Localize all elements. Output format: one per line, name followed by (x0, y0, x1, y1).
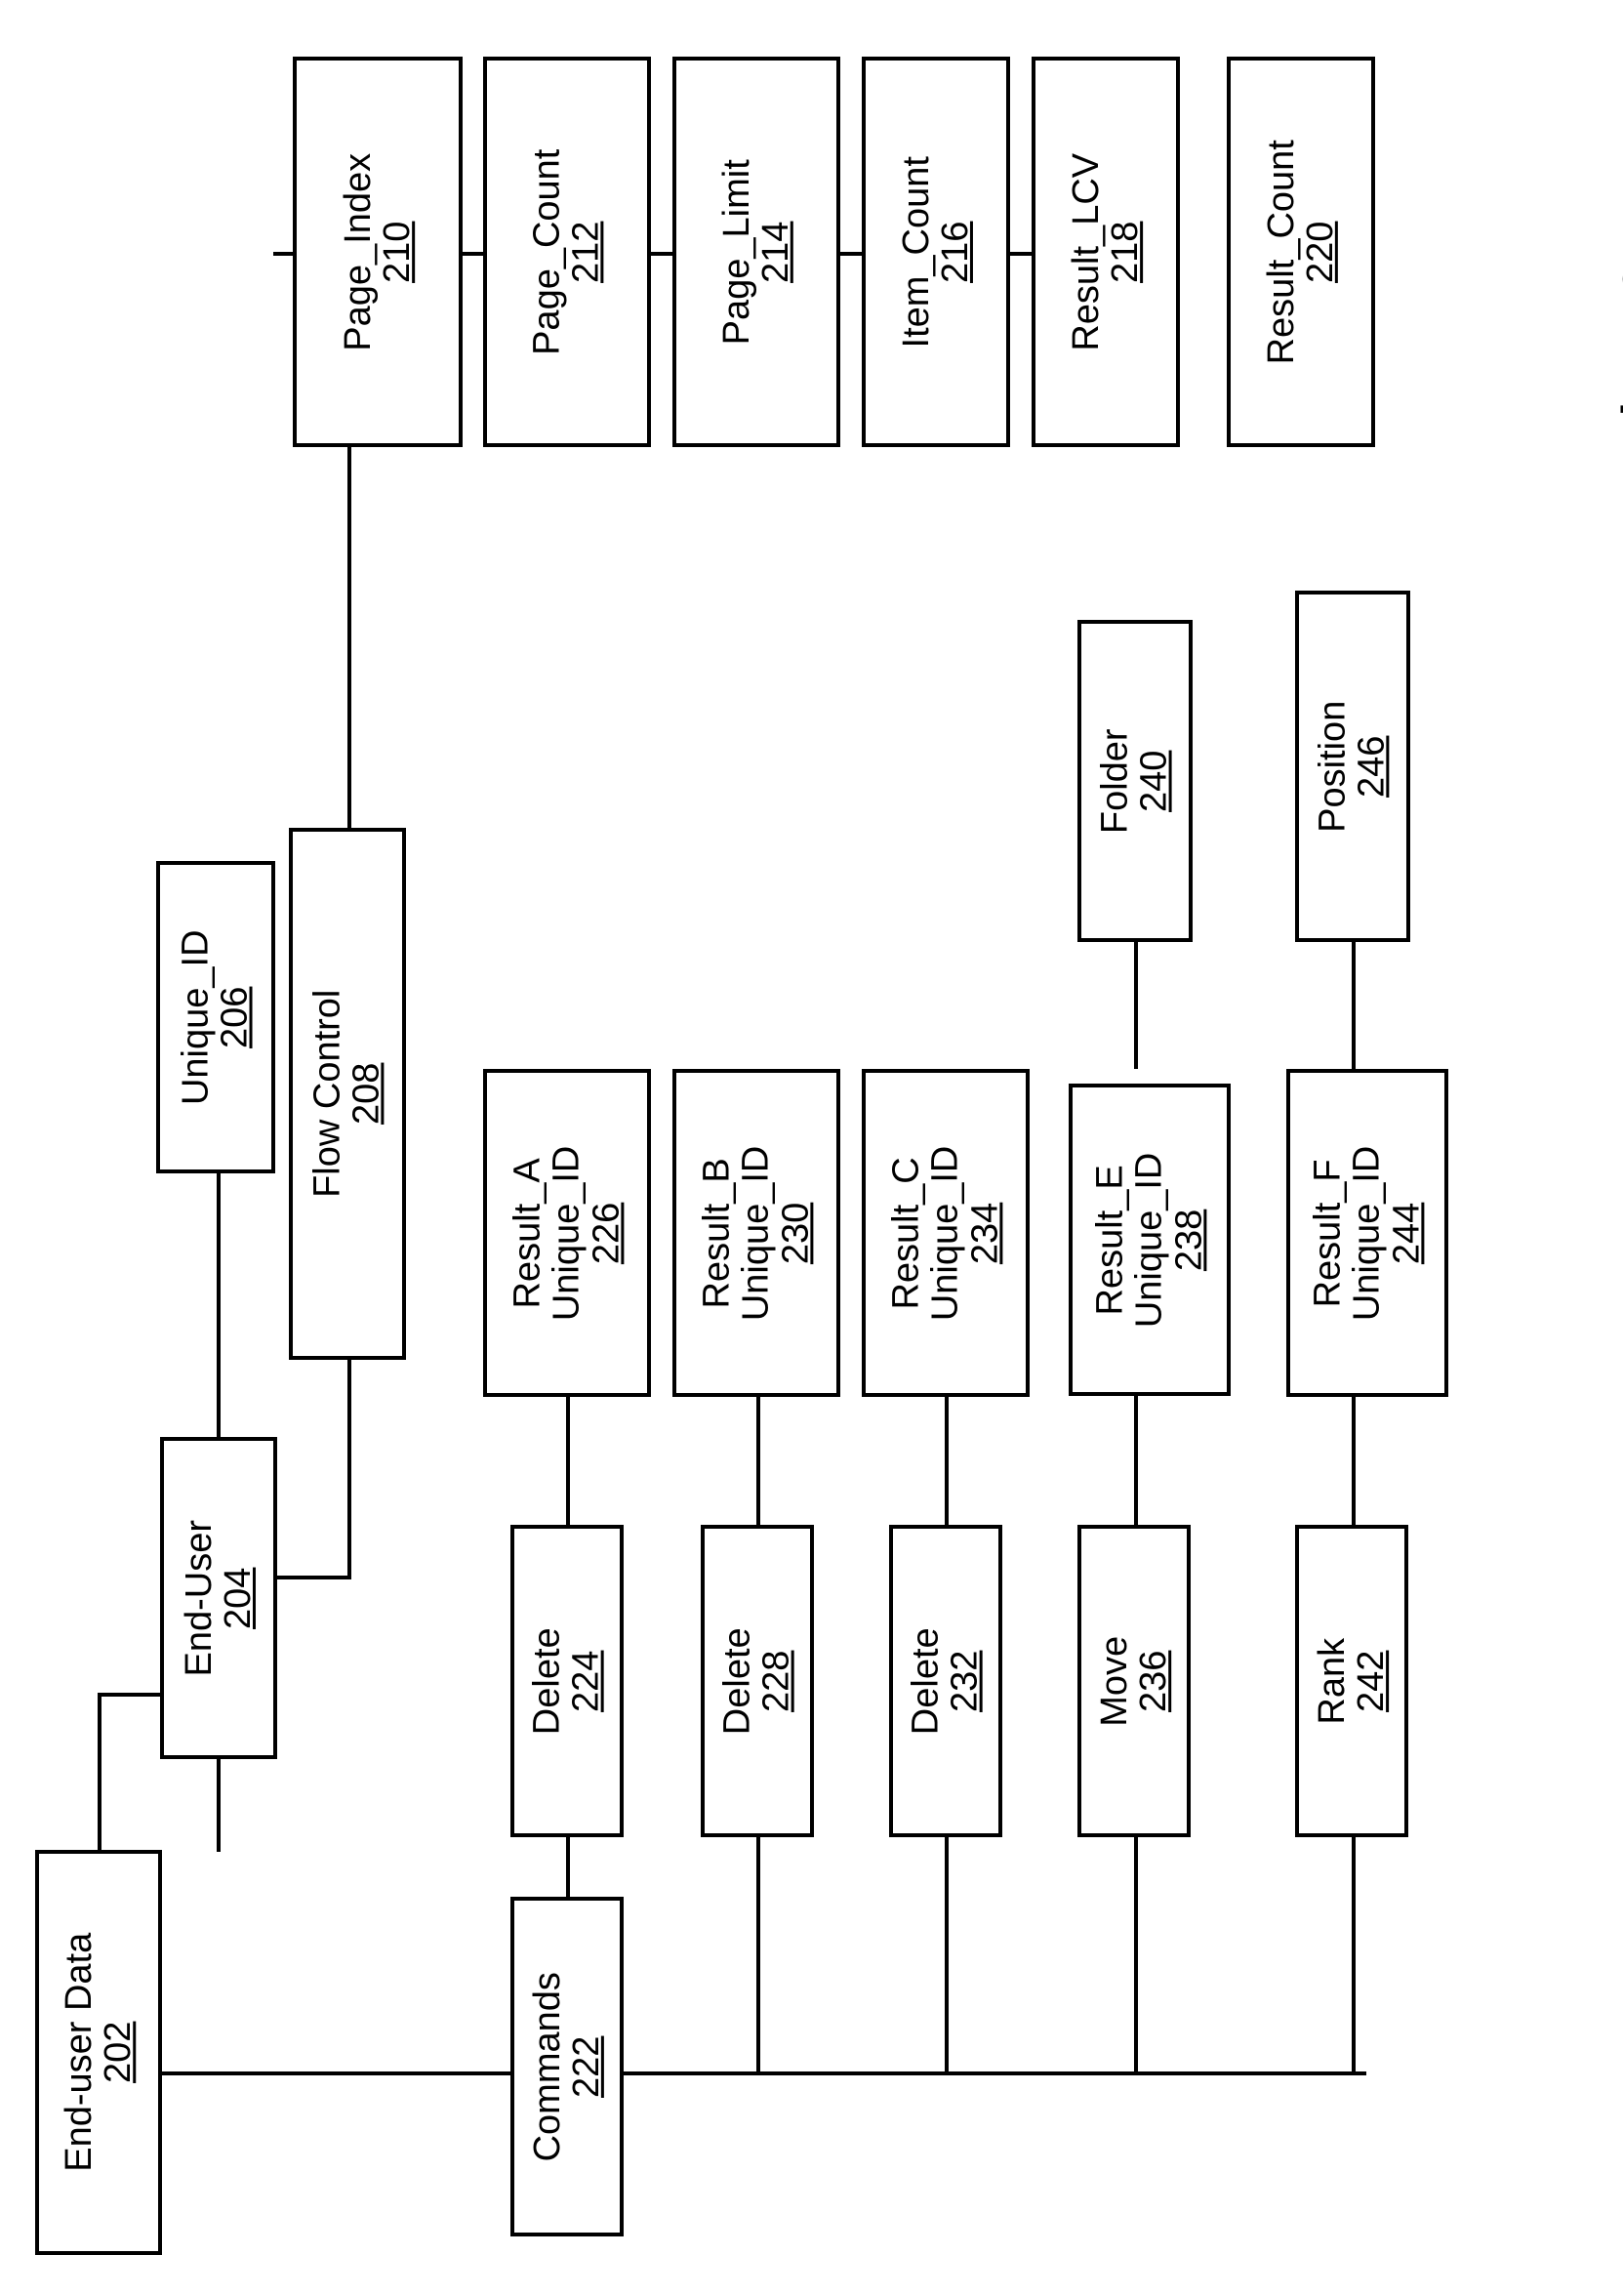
node-delete-232-label: Delete 232 (905, 1627, 986, 1735)
node-page-limit[interactable]: Page_Limit 214 (672, 57, 840, 447)
node-end-user[interactable]: End-User 204 (160, 1437, 277, 1759)
node-position-246-label: Position 246 (1312, 700, 1394, 833)
connector-flowcontrol-enduserbus (347, 1357, 351, 1579)
connector-uniqueid-enduser (217, 1169, 221, 1439)
connector-enduser-enduserdata (217, 1754, 221, 1852)
node-commands-label: Commands 222 (526, 1971, 608, 2162)
node-commands[interactable]: Commands 222 (510, 1897, 624, 2236)
connector-delete224-resulta (566, 1396, 570, 1527)
connector-delete228-resultb (756, 1396, 760, 1527)
node-delete-228-label: Delete 228 (716, 1627, 797, 1735)
node-item-count[interactable]: Item_Count 216 (862, 57, 1010, 447)
connector-bus-delete232 (945, 1835, 949, 2073)
connector-bus-rank242 (1352, 1835, 1356, 2073)
node-end-user-label: End-User 204 (178, 1519, 259, 1677)
connector-resultlcv-resultcount (1010, 252, 1032, 256)
node-move-236[interactable]: Move 236 (1077, 1525, 1191, 1837)
connector-pagelimit-itemcount (651, 252, 672, 256)
node-result-lcv-label: Result_LCV 218 (1065, 152, 1147, 351)
connector-delete232-resultc (945, 1396, 949, 1527)
node-result-e-unique-id[interactable]: Result_E Unique_ID 238 (1069, 1084, 1231, 1396)
connector-resultf-position (1352, 942, 1356, 1069)
node-page-index[interactable]: Page_Index 210 (293, 57, 463, 447)
node-flow-control-label: Flow Control 208 (306, 989, 388, 1199)
node-result-a-unique-id[interactable]: Result_A Unique_ID 226 (483, 1069, 651, 1397)
node-folder-240[interactable]: Folder 240 (1077, 620, 1193, 942)
connector-move236-resulte (1134, 1396, 1138, 1527)
node-page-count-label: Page_Count 212 (526, 148, 608, 355)
node-unique-id[interactable]: Unique_ID 206 (156, 861, 275, 1173)
node-result-f-unique-id-label: Result_F Unique_ID 244 (1307, 1145, 1428, 1321)
node-result-lcv[interactable]: Result_LCV 218 (1032, 57, 1180, 447)
node-page-index-label: Page_Index 210 (337, 152, 418, 351)
connector-bus-delete228 (756, 1835, 760, 2073)
connector-pageindex-pagecount (273, 252, 293, 256)
node-result-f-unique-id[interactable]: Result_F Unique_ID 244 (1286, 1069, 1448, 1397)
node-rank-242[interactable]: Rank 242 (1295, 1525, 1408, 1837)
connector-enduser-bus-horizontal (98, 1693, 164, 1697)
figure-caption: Fig. 2 (1605, 255, 1623, 471)
node-page-count[interactable]: Page_Count 212 (483, 57, 651, 447)
connector-resulte-folder (1134, 942, 1138, 1069)
figure-caption-text: Fig. 2 (1606, 255, 1623, 472)
connector-bus-move236 (1134, 1835, 1138, 2073)
node-delete-232[interactable]: Delete 232 (889, 1525, 1002, 1837)
node-result-count-label: Result_Count 220 (1260, 139, 1341, 365)
node-rank-242-label: Rank 242 (1311, 1637, 1392, 1725)
node-delete-224-label: Delete 224 (526, 1627, 607, 1735)
node-unique-id-label: Unique_ID 206 (175, 929, 256, 1105)
node-result-e-unique-id-label: Result_E Unique_ID 238 (1089, 1152, 1210, 1328)
node-result-a-unique-id-label: Result_A Unique_ID 226 (507, 1145, 628, 1321)
node-move-236-label: Move 236 (1093, 1635, 1174, 1727)
connector-rank242-resultf (1352, 1396, 1356, 1527)
connector-commands-delete224 (566, 1835, 570, 1900)
node-result-count[interactable]: Result_Count 220 (1227, 57, 1375, 447)
node-end-user-data[interactable]: End-user Data 202 (35, 1850, 162, 2255)
node-result-c-unique-id[interactable]: Result_C Unique_ID 234 (862, 1069, 1030, 1397)
node-end-user-data-label: End-user Data 202 (58, 1932, 140, 2173)
node-result-c-unique-id-label: Result_C Unique_ID 234 (885, 1145, 1006, 1321)
node-item-count-label: Item_Count 216 (895, 155, 977, 348)
figure-canvas: Page_Index 210 Page_Count 212 Page_Limit… (0, 0, 1623, 2296)
node-position-246[interactable]: Position 246 (1295, 591, 1410, 942)
node-result-b-unique-id-label: Result_B Unique_ID 230 (696, 1145, 817, 1321)
connector-flowcontrol-enduser-horizontal (276, 1576, 351, 1579)
bottom-bus (98, 2071, 1366, 2075)
node-delete-224[interactable]: Delete 224 (510, 1525, 624, 1837)
node-result-b-unique-id[interactable]: Result_B Unique_ID 230 (672, 1069, 840, 1397)
connector-pagecount-pagelimit (462, 252, 483, 256)
node-delete-228[interactable]: Delete 228 (701, 1525, 814, 1837)
connector-itemcount-resultlcv (840, 252, 862, 256)
node-flow-control[interactable]: Flow Control 208 (289, 828, 406, 1360)
node-page-limit-label: Page_Limit 214 (715, 158, 796, 346)
node-folder-240-label: Folder 240 (1094, 728, 1175, 834)
